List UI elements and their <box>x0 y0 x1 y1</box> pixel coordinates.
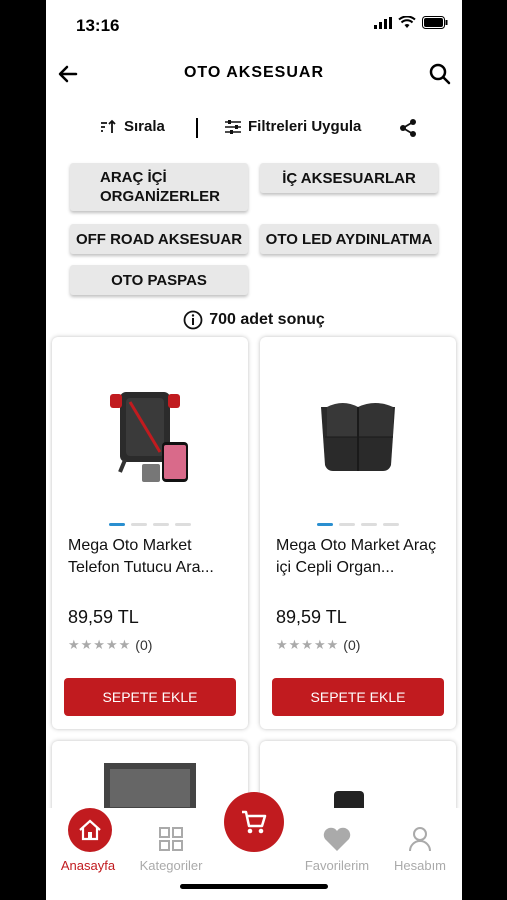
share-icon[interactable] <box>398 118 418 138</box>
product-price: 89,59 TL <box>68 607 139 627</box>
product-rating: ★★★★★ (0) <box>276 637 360 653</box>
category-chip-interior[interactable]: İÇ AKSESUARLAR <box>260 163 438 193</box>
toolbar-divider <box>196 118 198 138</box>
pager-dot <box>109 523 125 526</box>
pager-dot <box>361 523 377 526</box>
category-chip-offroad[interactable]: OFF ROAD AKSESUAR <box>70 224 248 254</box>
cart-button[interactable] <box>224 792 284 852</box>
status-bar: 13:16 <box>46 0 462 50</box>
wifi-icon <box>398 16 416 28</box>
battery-icon <box>422 16 448 29</box>
pager-dot <box>317 523 333 526</box>
category-chip-organizers[interactable]: ARAÇ İÇİ ORGANİZERLER <box>70 163 248 211</box>
category-chip-mats[interactable]: OTO PASPAS <box>70 265 248 295</box>
sort-icon <box>101 119 116 133</box>
product-name[interactable]: Mega Oto Market Araç içi Cepli Organ... <box>276 535 446 579</box>
phone-holder-image <box>110 392 188 482</box>
star-rating-icon: ★★★★★ <box>276 637 340 652</box>
page-title: OTO AKSESUAR <box>183 64 324 81</box>
pager-dot <box>339 523 355 526</box>
filter-button[interactable]: Filtreleri Uygula <box>224 118 361 135</box>
product-image <box>104 763 196 813</box>
tab-label: Anasayfa <box>60 858 116 873</box>
product-image[interactable] <box>260 347 456 517</box>
add-to-cart-button[interactable]: SEPETE EKLE <box>272 678 444 716</box>
home-icon-bubble <box>68 808 112 852</box>
sort-button[interactable]: Sırala <box>100 118 165 135</box>
filter-icon <box>225 119 241 134</box>
product-name[interactable]: Mega Oto Market Telefon Tutucu Ara... <box>68 535 238 579</box>
home-indicator <box>180 884 328 889</box>
product-card[interactable]: Mega Oto Market Telefon Tutucu Ara... 89… <box>52 337 248 729</box>
product-rating: ★★★★★ (0) <box>68 637 152 653</box>
user-icon <box>409 827 431 852</box>
results-text: 700 adet sonuç <box>209 311 325 328</box>
search-icon[interactable] <box>428 62 452 86</box>
tab-label: Kategoriler <box>139 858 203 873</box>
product-price: 89,59 TL <box>276 607 347 627</box>
pager-dot <box>131 523 147 526</box>
rating-count: (0) <box>135 637 153 653</box>
sort-label: Sırala <box>124 118 165 135</box>
image-pager[interactable] <box>52 523 248 526</box>
results-count: 700 adet sonuç <box>46 310 462 330</box>
product-card[interactable]: Mega Oto Market Araç içi Cepli Organ... … <box>260 337 456 729</box>
home-icon <box>79 819 101 841</box>
signal-icon <box>374 16 392 29</box>
pager-dot <box>383 523 399 526</box>
filter-label: Filtreleri Uygula <box>248 118 362 135</box>
rating-count: (0) <box>343 637 361 653</box>
heart-icon <box>323 827 351 851</box>
status-icons <box>374 16 448 29</box>
image-pager[interactable] <box>260 523 456 526</box>
cart-icon <box>242 810 267 834</box>
star-rating-icon: ★★★★★ <box>68 637 132 652</box>
organizer-pocket-image <box>321 403 395 471</box>
pager-dot <box>153 523 169 526</box>
app-header: OTO AKSESUAR <box>46 58 462 90</box>
sort-filter-toolbar: Sırala Filtreleri Uygula <box>46 116 462 142</box>
tab-label: Favorilerim <box>304 858 370 873</box>
category-chip-led[interactable]: OTO LED AYDINLATMA <box>260 224 438 254</box>
info-icon <box>183 310 203 330</box>
grid-icon <box>159 827 183 851</box>
pager-dot <box>175 523 191 526</box>
status-time: 13:16 <box>76 16 120 35</box>
tab-label: Hesabım <box>393 858 447 873</box>
add-to-cart-button[interactable]: SEPETE EKLE <box>64 678 236 716</box>
product-image[interactable] <box>52 347 248 517</box>
app-screen: 13:16 OTO AKSESUAR Sırala Filtreleri Uyg… <box>46 0 462 900</box>
